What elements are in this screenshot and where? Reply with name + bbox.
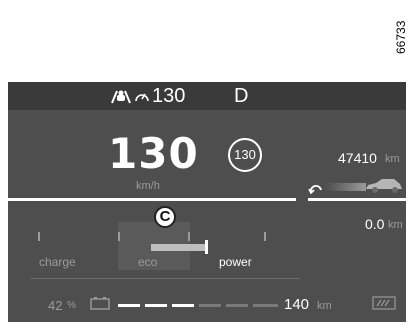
gauge-tick — [264, 232, 266, 241]
top-status-bar — [8, 82, 406, 110]
reset-arrow-icon — [308, 185, 322, 194]
callout-c-label: C — [159, 208, 171, 225]
battery-segment — [172, 304, 194, 307]
speed-separator — [8, 198, 296, 201]
range-value: 140 — [284, 296, 310, 313]
gauge-label-eco: eco — [138, 255, 158, 269]
odometer-value: 47410 — [338, 150, 377, 166]
battery-level-bar — [118, 304, 278, 307]
eco-drive-icon — [372, 296, 396, 310]
gauge-label-charge: charge — [39, 255, 76, 269]
speed-limit-value: 130 — [152, 85, 186, 107]
gauge-tick — [118, 232, 120, 241]
speedometer-limit-icon — [135, 93, 149, 102]
battery-segment — [199, 304, 221, 307]
car-motion-trail — [326, 183, 366, 191]
gauge-tick — [188, 232, 190, 241]
battery-segment — [226, 304, 248, 307]
instrument-cluster: 130 D 130 km/h 130 47410 km 0.0 km C cha… — [8, 82, 406, 322]
odometer-unit: km — [385, 153, 400, 165]
battery-percent-value: 42 — [48, 298, 63, 313]
odometer-separator — [308, 198, 406, 201]
battery-segment — [145, 304, 167, 307]
bottom-divider — [30, 278, 300, 279]
power-level-bar — [151, 244, 207, 251]
figure-id: 66733 — [394, 20, 408, 54]
gauge-tick — [38, 232, 40, 241]
speed-limit-sign-value: 130 — [234, 147, 256, 162]
gear-indicator: D — [234, 85, 249, 107]
trip-value: 0.0 — [365, 216, 385, 232]
battery-segment — [118, 304, 140, 307]
range-unit: km — [317, 300, 332, 312]
battery-icon — [90, 297, 110, 310]
speed-unit: km/h — [136, 180, 160, 192]
power-level-marker — [205, 240, 208, 254]
gauge-label-power: power — [219, 255, 252, 269]
trip-unit: km — [388, 219, 403, 231]
battery-segment — [253, 304, 278, 307]
battery-percent-unit: % — [67, 300, 76, 311]
speed-value: 130 — [108, 129, 199, 178]
car-icon — [366, 179, 402, 193]
lane-assist-icon — [111, 90, 131, 104]
